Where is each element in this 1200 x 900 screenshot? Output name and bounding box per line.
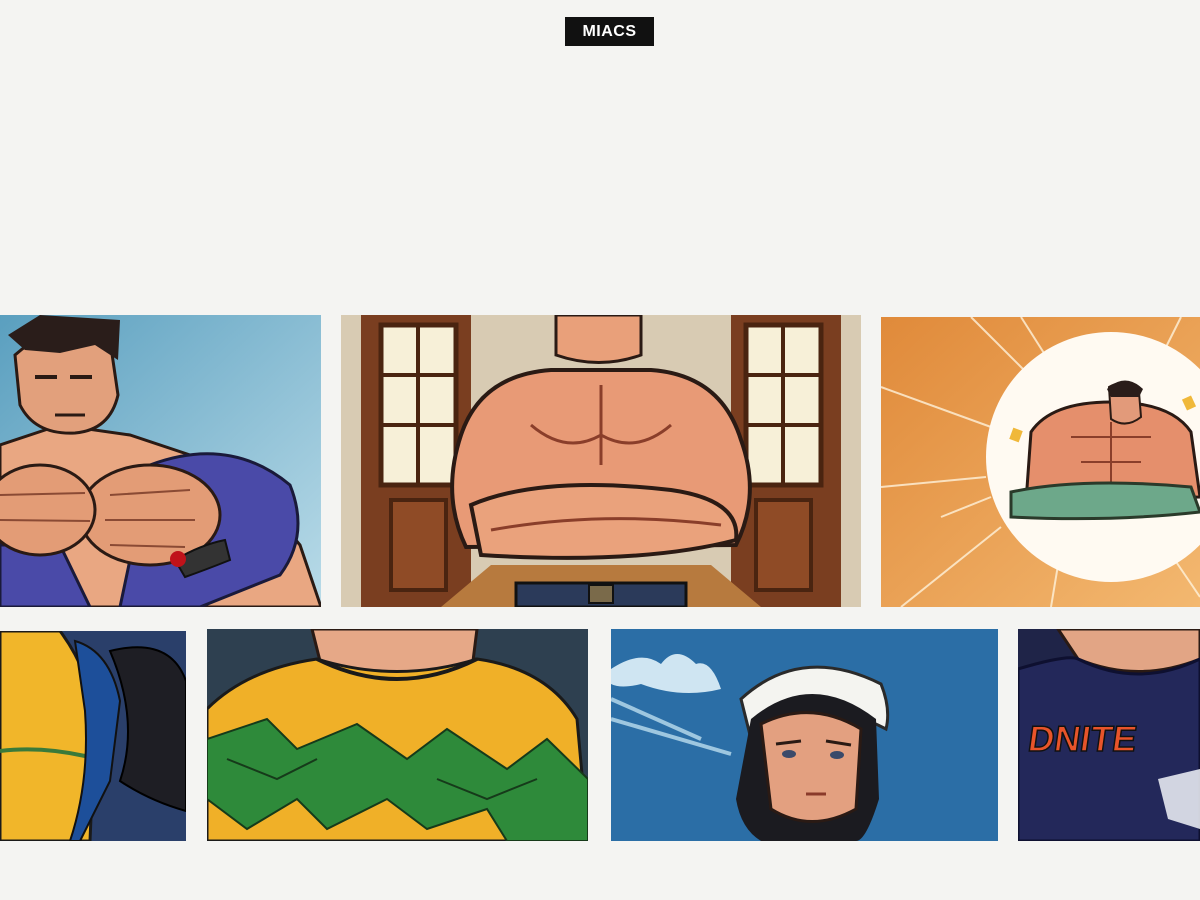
gallery-tile-5[interactable] [207, 629, 588, 841]
gallery-tile-6[interactable] [611, 629, 998, 841]
comic-sailor-portrait-image [611, 629, 998, 841]
gallery-tile-7[interactable]: DNITE [1018, 629, 1200, 841]
gallery-tile-1[interactable] [0, 315, 321, 607]
comic-navy-shirt-image: DNITE [1018, 629, 1200, 841]
comic-sunburst-image [881, 317, 1200, 607]
site-logo[interactable]: MIACS [565, 17, 654, 46]
gallery-tile-4[interactable] [0, 631, 186, 841]
gallery-tile-2[interactable] [341, 315, 861, 607]
shirt-print-text: DNITE [1026, 718, 1140, 759]
comic-fists-image [0, 315, 321, 607]
gallery-tile-3[interactable] [881, 317, 1200, 607]
comic-yellow-shirt-image [0, 631, 186, 841]
comic-green-shirt-image [207, 629, 588, 841]
comic-arms-crossed-image [341, 315, 861, 607]
